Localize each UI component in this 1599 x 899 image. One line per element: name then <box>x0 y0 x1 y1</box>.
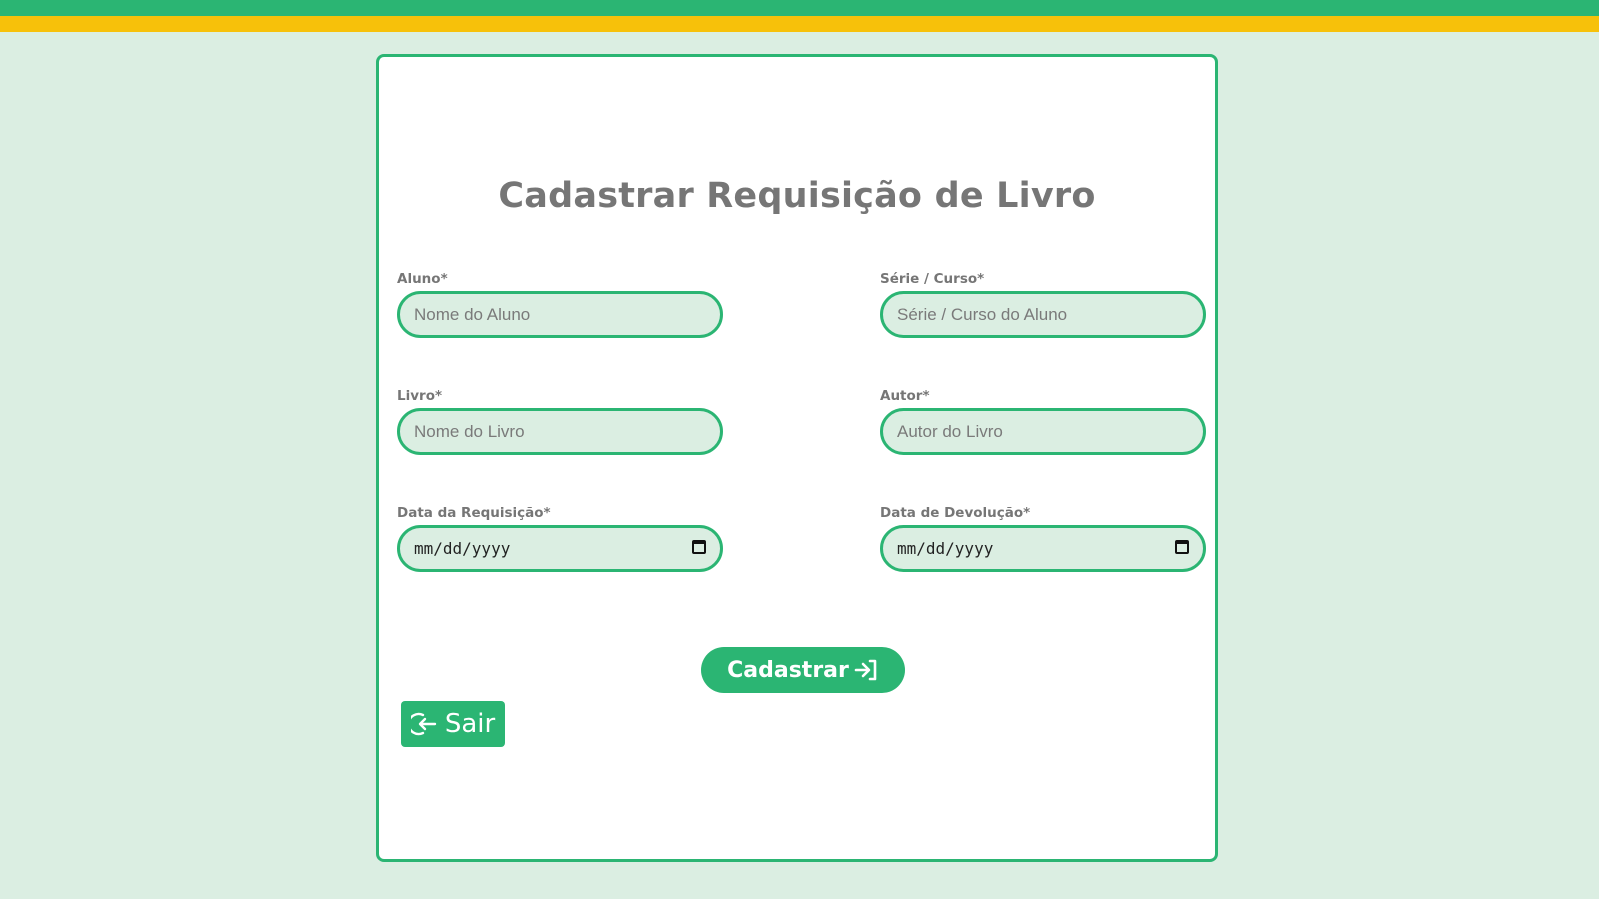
sair-label: Sair <box>444 709 496 739</box>
autor-input[interactable] <box>883 411 1203 452</box>
livro-input-box <box>397 408 723 455</box>
calendar-icon[interactable] <box>692 540 706 554</box>
autor-input-box <box>880 408 1206 455</box>
data-requisicao-input[interactable]: mm/dd/yyyy <box>397 525 723 572</box>
page-title: Cadastrar Requisição de Livro <box>498 176 1096 216</box>
form-card: Cadastrar Requisição de Livro Aluno* Sér… <box>376 54 1218 862</box>
serie-curso-input-box <box>880 291 1206 338</box>
cadastrar-button[interactable]: Cadastrar <box>701 647 905 693</box>
serie-curso-label: Série / Curso* <box>880 271 985 287</box>
data-devolucao-input[interactable]: mm/dd/yyyy <box>880 525 1206 572</box>
data-requisicao-field: Data da Requisição* mm/dd/yyyy <box>397 505 723 572</box>
calendar-icon[interactable] <box>1175 540 1189 554</box>
cadastrar-label: Cadastrar <box>727 657 849 683</box>
autor-label: Autor* <box>880 388 930 404</box>
aluno-field: Aluno* <box>397 271 723 338</box>
data-devolucao-field: Data de Devolução* mm/dd/yyyy <box>880 505 1206 572</box>
serie-curso-input[interactable] <box>883 294 1203 335</box>
autor-field: Autor* <box>880 388 1206 455</box>
aluno-input[interactable] <box>400 294 720 335</box>
livro-input[interactable] <box>400 411 720 452</box>
top-stripe-yellow <box>0 16 1599 32</box>
login-arrow-icon <box>853 658 879 682</box>
data-devolucao-label: Data de Devolução* <box>880 505 1031 521</box>
aluno-input-box <box>397 291 723 338</box>
serie-curso-field: Série / Curso* <box>880 271 1206 338</box>
data-requisicao-label: Data da Requisição* <box>397 505 551 521</box>
livro-field: Livro* <box>397 388 723 455</box>
aluno-label: Aluno* <box>397 271 448 287</box>
livro-label: Livro* <box>397 388 443 404</box>
sair-button[interactable]: Sair <box>401 701 505 747</box>
date-format-text: mm/dd/yyyy <box>897 539 994 558</box>
top-stripe-green <box>0 0 1599 16</box>
date-format-text: mm/dd/yyyy <box>414 539 511 558</box>
logout-arrow-icon <box>410 711 439 737</box>
